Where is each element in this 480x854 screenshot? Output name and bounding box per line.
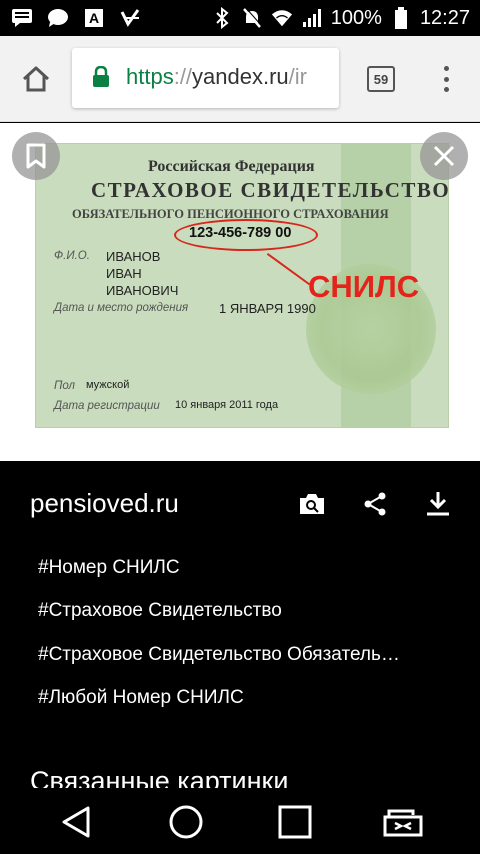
text-a-icon: A bbox=[82, 6, 106, 30]
svg-text:A: A bbox=[89, 10, 99, 26]
url-text: https://yandex.ru/ir bbox=[126, 64, 307, 90]
home-nav-button[interactable] bbox=[166, 802, 206, 842]
tab-switcher-button[interactable]: 59 bbox=[367, 66, 395, 92]
card-country: Российская Федерация bbox=[148, 158, 315, 175]
signal-icon bbox=[301, 6, 323, 30]
wifi-icon bbox=[271, 6, 293, 30]
message-icon bbox=[10, 6, 34, 30]
url-host: yandex.ru bbox=[192, 64, 289, 89]
app-switch-button[interactable] bbox=[383, 802, 423, 842]
url-separator: :// bbox=[173, 64, 193, 89]
system-nav-bar bbox=[0, 788, 480, 854]
image-viewer: Российская Федерация СТРАХОВОЕ СВИДЕТЕЛЬ… bbox=[0, 123, 480, 461]
back-button[interactable] bbox=[56, 802, 96, 842]
image-info-panel: pensioved.ru #Номер СНИЛС #Страховое Сви… bbox=[0, 461, 480, 788]
birth-label: Дата и место рождения bbox=[54, 302, 189, 314]
home-button[interactable] bbox=[18, 63, 54, 95]
lock-icon bbox=[92, 65, 110, 88]
close-icon bbox=[433, 145, 455, 167]
browser-toolbar: https://yandex.ru/ir 59 bbox=[0, 36, 480, 122]
download-button[interactable] bbox=[424, 490, 452, 518]
source-domain[interactable]: pensioved.ru bbox=[30, 488, 179, 519]
related-images-heading: Связанные картинки bbox=[30, 766, 289, 788]
url-bar[interactable]: https://yandex.ru/ir bbox=[72, 48, 339, 108]
switch-apps-icon bbox=[383, 809, 423, 837]
back-icon bbox=[62, 806, 90, 838]
clock: 12:27 bbox=[419, 6, 470, 29]
share-icon bbox=[364, 492, 386, 516]
reg-date: 10 января 2011 года bbox=[175, 399, 279, 411]
recents-icon bbox=[278, 805, 312, 839]
tag-link[interactable]: #Номер СНИЛС bbox=[38, 557, 180, 579]
card-number: 123-456-789 00 bbox=[189, 225, 292, 241]
tag-link[interactable]: #Любой Номер СНИЛС bbox=[38, 687, 244, 709]
bookmark-button[interactable] bbox=[12, 132, 60, 180]
patronymic: ИВАНОВИЧ bbox=[106, 283, 179, 298]
surname: ИВАНОВ bbox=[106, 249, 161, 264]
checklist-icon bbox=[118, 6, 142, 30]
bluetooth-icon bbox=[211, 6, 233, 30]
battery-icon bbox=[390, 6, 412, 30]
sex-value: мужской bbox=[86, 379, 130, 391]
url-path: /ir bbox=[288, 64, 307, 89]
camera-search-icon bbox=[300, 494, 324, 514]
sex-label: Пол bbox=[54, 380, 75, 392]
fio-label: Ф.И.О. bbox=[54, 250, 90, 262]
bookmark-icon bbox=[26, 143, 46, 169]
card-title: СТРАХОВОЕ СВИДЕТЕЛЬСТВО bbox=[91, 178, 449, 202]
recents-button[interactable] bbox=[275, 802, 315, 842]
mute-icon bbox=[241, 6, 263, 30]
birth-date: 1 ЯНВАРЯ 1990 bbox=[219, 301, 316, 316]
home-icon bbox=[22, 66, 50, 92]
first-name: ИВАН bbox=[106, 266, 142, 281]
reg-label: Дата регистрации bbox=[54, 400, 160, 412]
pointer-line bbox=[266, 253, 311, 286]
tag-link[interactable]: #Страховое Свидетельство Обязатель… bbox=[38, 644, 400, 666]
close-button[interactable] bbox=[420, 132, 468, 180]
snils-label: СНИЛС bbox=[308, 269, 420, 304]
tag-link[interactable]: #Страховое Свидетельство bbox=[38, 600, 282, 622]
share-button[interactable] bbox=[361, 490, 389, 518]
chat-icon bbox=[46, 6, 70, 30]
snils-card-image[interactable]: Российская Федерация СТРАХОВОЕ СВИДЕТЕЛЬ… bbox=[35, 143, 449, 428]
search-by-image-button[interactable] bbox=[298, 490, 326, 518]
url-scheme: https bbox=[126, 64, 174, 89]
status-bar: A 100% 12:27 bbox=[0, 0, 480, 36]
battery-level: 100% bbox=[330, 6, 382, 29]
overflow-menu-button[interactable] bbox=[436, 64, 456, 94]
home-circle-icon bbox=[169, 805, 203, 839]
download-icon bbox=[427, 492, 449, 516]
